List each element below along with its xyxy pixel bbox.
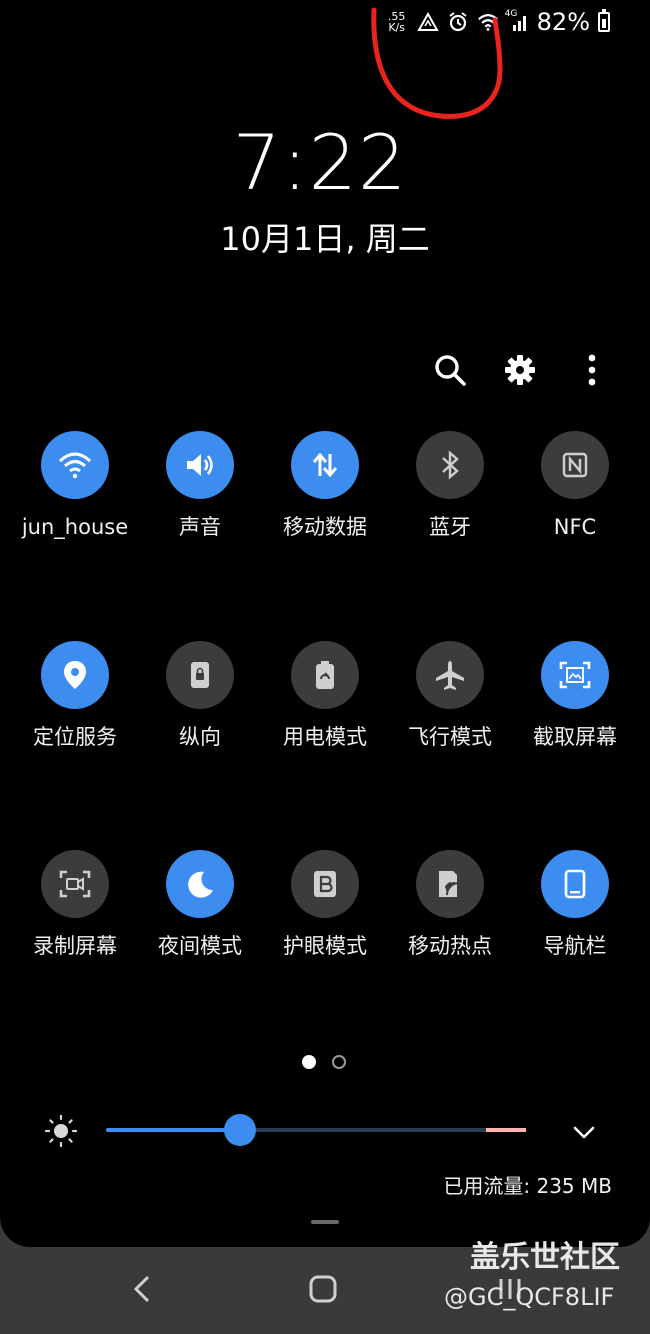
mobile-data-icon[interactable] <box>291 431 359 499</box>
power-mode-icon[interactable] <box>291 641 359 709</box>
hotspot-icon[interactable] <box>416 850 484 918</box>
brightness-slider-fill <box>106 1128 241 1132</box>
watermark-handle: @GC_QCF8LIF <box>444 1283 615 1311</box>
more-vert-icon[interactable] <box>572 350 612 390</box>
tile-label: 用电模式 <box>283 725 367 749</box>
tile-label: 录制屏幕 <box>33 934 117 958</box>
tile-label: 移动热点 <box>408 934 492 958</box>
page-dot-inactive[interactable] <box>332 1055 346 1069</box>
tile-label: 蓝牙 <box>429 515 471 539</box>
signal-4g-icon: 4G <box>504 9 529 33</box>
data-usage-text: 已用流量: 235 MB <box>443 1174 612 1198</box>
portrait-lock-icon[interactable] <box>166 641 234 709</box>
tile-label: jun_house <box>21 515 129 539</box>
tile-location[interactable]: 定位服务 <box>13 641 137 751</box>
panel-header-icons <box>420 350 620 390</box>
tile-label: 夜间模式 <box>158 934 242 958</box>
tile-mobile-data[interactable]: 移动数据 <box>263 431 387 541</box>
battery-icon <box>598 9 610 32</box>
tile-label: 移动数据 <box>283 515 367 539</box>
tile-hotspot[interactable]: 移动热点 <box>388 850 512 960</box>
volume-icon[interactable] <box>166 431 234 499</box>
wifi-icon[interactable] <box>41 431 109 499</box>
tile-navigation-bar[interactable]: 导航栏 <box>513 850 637 960</box>
network-speed-unit: K/s <box>388 21 405 34</box>
tile-sound[interactable]: 声音 <box>138 431 262 541</box>
tile-screenshot[interactable]: 截取屏幕 <box>513 641 637 751</box>
tile-label: 声音 <box>179 515 221 539</box>
brightness-icon <box>44 1114 78 1148</box>
screen-record-icon[interactable] <box>41 850 109 918</box>
page-indicator <box>302 1055 362 1071</box>
network-type: 4G <box>504 9 518 19</box>
tile-eye-comfort[interactable]: 护眼模式 <box>263 850 387 960</box>
search-icon[interactable] <box>430 350 470 390</box>
navigation-bar-icon[interactable] <box>541 850 609 918</box>
tile-label: 护眼模式 <box>283 934 367 958</box>
alarm-icon <box>447 11 469 33</box>
nfc-icon[interactable] <box>541 431 609 499</box>
location-icon[interactable] <box>41 641 109 709</box>
tile-label: 导航栏 <box>543 934 607 958</box>
data-saver-icon <box>416 11 439 33</box>
tile-label: 飞行模式 <box>408 725 492 749</box>
clock-time: 7:22 <box>232 118 408 207</box>
brightness-slider-high-zone <box>486 1128 526 1132</box>
tile-wifi[interactable]: jun_house <box>13 431 137 541</box>
screenshot-icon[interactable] <box>541 641 609 709</box>
night-mode-icon[interactable] <box>166 850 234 918</box>
tile-power-mode[interactable]: 用电模式 <box>263 641 387 751</box>
tile-label: 纵向 <box>179 725 221 749</box>
tile-label: 截取屏幕 <box>533 725 617 749</box>
tile-label: 定位服务 <box>33 725 117 749</box>
panel-drag-handle[interactable] <box>311 1220 339 1224</box>
clock-date[interactable]: 10月1日, 周二 <box>0 214 650 260</box>
network-speed: .55 K/s <box>385 11 409 33</box>
chevron-down-icon[interactable] <box>570 1118 598 1146</box>
wifi-icon <box>477 11 499 33</box>
battery-percent: 82% <box>536 8 590 36</box>
tile-nfc[interactable]: NFC <box>513 431 637 541</box>
tile-screen-record[interactable]: 录制屏幕 <box>13 850 137 960</box>
tile-night-mode[interactable]: 夜间模式 <box>138 850 262 960</box>
status-bar: .55 K/s 4G 82% <box>385 6 610 38</box>
tile-airplane[interactable]: 飞行模式 <box>388 641 512 751</box>
back-button[interactable] <box>122 1269 162 1309</box>
tile-bluetooth[interactable]: 蓝牙 <box>388 431 512 541</box>
page-dot-active[interactable] <box>302 1055 316 1069</box>
tile-portrait[interactable]: 纵向 <box>138 641 262 751</box>
watermark-title: 盖乐世社区 <box>470 1240 620 1275</box>
brightness-slider[interactable] <box>106 1114 526 1146</box>
tile-label: NFC <box>553 515 597 539</box>
airplane-icon[interactable] <box>416 641 484 709</box>
home-button[interactable] <box>303 1269 343 1309</box>
bluetooth-icon[interactable] <box>416 431 484 499</box>
eye-comfort-icon[interactable] <box>291 850 359 918</box>
settings-gear-icon[interactable] <box>500 350 540 390</box>
